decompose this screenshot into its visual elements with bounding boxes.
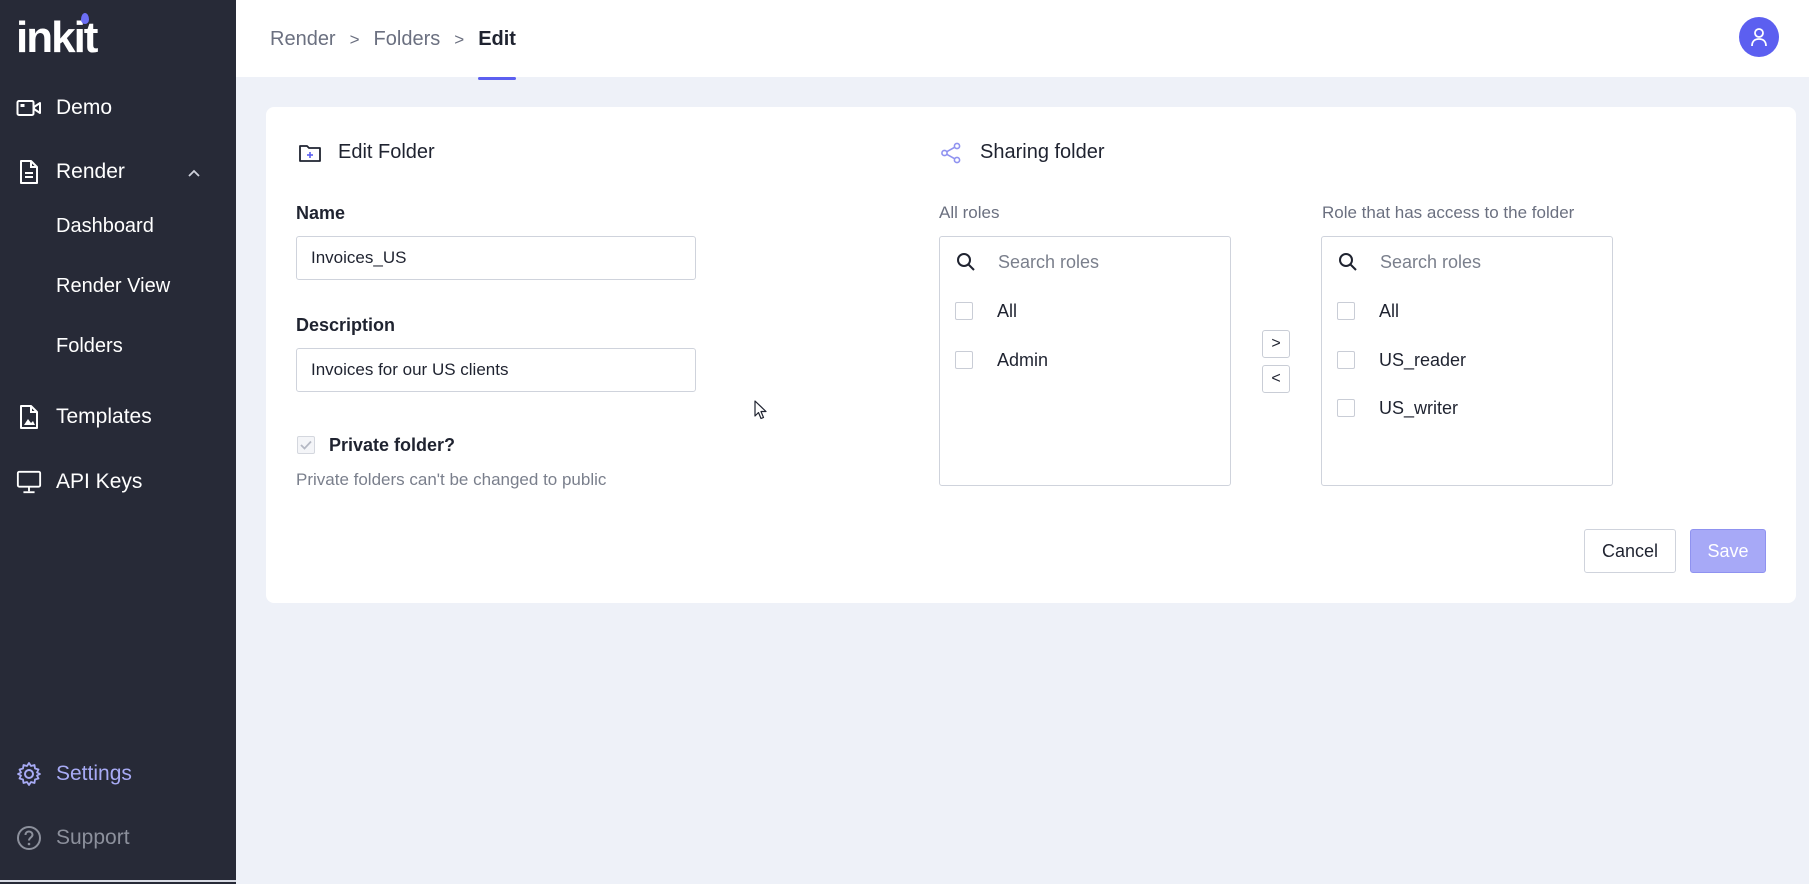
- sidebar-item-settings[interactable]: Settings: [0, 752, 236, 796]
- sidebar-item-folders[interactable]: Folders: [56, 335, 123, 358]
- list-item[interactable]: US_writer: [1322, 388, 1612, 428]
- description-input[interactable]: [296, 348, 696, 392]
- breadcrumb-separator: >: [349, 29, 360, 49]
- move-right-button[interactable]: >: [1262, 330, 1290, 358]
- user-icon: [1751, 28, 1767, 47]
- all-roles-list: All Admin: [939, 236, 1231, 486]
- role-checkbox[interactable]: [1337, 399, 1355, 417]
- access-roles-list: All US_reader US_writer: [1321, 236, 1613, 486]
- role-checkbox[interactable]: [955, 351, 973, 369]
- search-icon: [1338, 252, 1358, 277]
- role-checkbox[interactable]: [1337, 351, 1355, 369]
- checkmark-icon: [300, 440, 312, 450]
- top-bar: Render > Folders > Edit: [236, 0, 1809, 80]
- sidebar-item-api-keys[interactable]: API Keys: [0, 460, 236, 504]
- sidebar-item-label: Demo: [56, 96, 113, 119]
- sidebar-item-support[interactable]: Support: [0, 816, 236, 860]
- private-folder-label: Private folder?: [329, 435, 456, 455]
- logo-drop-icon: [81, 13, 89, 24]
- breadcrumb: Render > Folders > Edit: [270, 28, 516, 80]
- save-button[interactable]: Save: [1690, 529, 1766, 573]
- list-item[interactable]: All: [940, 291, 1230, 331]
- sidebar-item-demo[interactable]: Demo: [0, 86, 236, 130]
- sidebar-item-label: Render: [56, 160, 125, 183]
- template-image-icon: [16, 404, 42, 430]
- list-item[interactable]: Admin: [940, 340, 1230, 380]
- private-folder-hint: Private folders can't be changed to publ…: [296, 470, 607, 489]
- help-circle-icon: [16, 825, 42, 851]
- sidebar: inkit Demo Render Dashboard Render View …: [0, 0, 236, 884]
- breadcrumb-folders[interactable]: Folders: [374, 28, 441, 51]
- sidebar-item-label: Templates: [56, 405, 152, 428]
- access-roles-label: Role that has access to the folder: [1322, 203, 1575, 222]
- edit-folder-card: Edit Folder Name Description Private fol…: [266, 107, 1796, 603]
- sidebar-item-render[interactable]: Render: [0, 150, 236, 194]
- description-label: Description: [296, 315, 396, 335]
- monitor-icon: [16, 469, 42, 495]
- sharing-folder-heading: Sharing folder: [940, 141, 1105, 164]
- access-roles-search: [1322, 237, 1612, 287]
- all-roles-label: All roles: [939, 203, 1000, 222]
- role-label: All: [1379, 300, 1400, 321]
- share-icon: [940, 142, 966, 164]
- sidebar-item-label: Settings: [56, 762, 132, 785]
- breadcrumb-separator: >: [454, 29, 465, 49]
- name-label: Name: [296, 203, 346, 223]
- breadcrumb-render[interactable]: Render: [270, 28, 336, 51]
- all-roles-search: [940, 237, 1230, 287]
- role-checkbox[interactable]: [1337, 302, 1355, 320]
- access-roles-search-input[interactable]: [1380, 249, 1590, 275]
- all-roles-search-input[interactable]: [998, 249, 1208, 275]
- role-label: US_reader: [1379, 349, 1467, 370]
- move-left-button[interactable]: <: [1262, 365, 1290, 393]
- mouse-cursor-icon: [754, 400, 768, 425]
- name-input[interactable]: [296, 236, 696, 280]
- document-icon: [16, 159, 42, 185]
- role-label: Admin: [997, 349, 1049, 370]
- list-item[interactable]: US_reader: [1322, 340, 1612, 380]
- list-item[interactable]: All: [1322, 291, 1612, 331]
- sidebar-item-dashboard[interactable]: Dashboard: [56, 215, 154, 238]
- cancel-button[interactable]: Cancel: [1584, 529, 1676, 573]
- sidebar-item-label: API Keys: [56, 470, 143, 493]
- breadcrumb-edit: Edit: [478, 28, 516, 80]
- gear-icon: [16, 761, 42, 787]
- sidebar-item-render-view[interactable]: Render View: [56, 275, 170, 298]
- role-checkbox[interactable]: [955, 302, 973, 320]
- divider: [0, 880, 236, 882]
- folder-plus-icon: [298, 143, 324, 163]
- inkit-logo[interactable]: inkit: [16, 13, 98, 60]
- sidebar-item-label: Support: [56, 826, 130, 849]
- role-label: US_writer: [1379, 397, 1459, 418]
- chevron-up-icon[interactable]: [188, 164, 200, 180]
- user-avatar[interactable]: [1739, 17, 1779, 57]
- sidebar-item-templates[interactable]: Templates: [0, 395, 236, 439]
- video-camera-icon: [16, 95, 42, 121]
- edit-folder-heading: Edit Folder: [298, 141, 435, 164]
- role-label: All: [997, 300, 1018, 321]
- search-icon: [956, 252, 976, 277]
- private-folder-checkbox[interactable]: [297, 436, 315, 454]
